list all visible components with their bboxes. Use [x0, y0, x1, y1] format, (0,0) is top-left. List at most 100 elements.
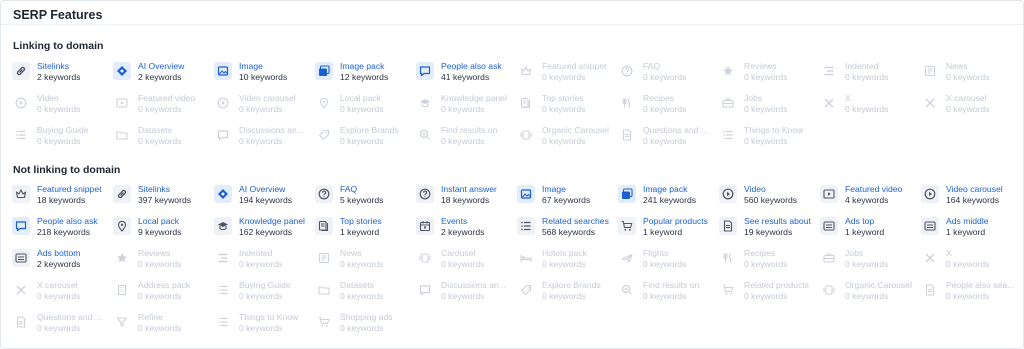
feature-label[interactable]: Instant answer [441, 184, 513, 195]
feature-item-indented[interactable]: Indented 0 keywords [820, 61, 921, 93]
feature-item-ads-top[interactable]: Ads top 1 keyword [820, 216, 921, 248]
feature-label[interactable]: Image [542, 184, 614, 195]
feature-label[interactable]: Video [744, 184, 816, 195]
feature-item-things-to-know[interactable]: Things to Know 0 keywords [214, 312, 315, 344]
feature-label[interactable]: Ads bottom [37, 248, 109, 259]
feature-item-find-results-on[interactable]: Find results on 0 keywords [618, 280, 719, 312]
feature-label[interactable]: Sitelinks [37, 61, 109, 72]
feature-item-see-results-about[interactable]: See results about 19 keywords [719, 216, 820, 248]
feature-item-shopping-ads[interactable]: Shopping ads 0 keywords [315, 312, 416, 344]
feature-item-related-products[interactable]: Related products 0 keywords [719, 280, 820, 312]
feature-item-x[interactable]: X0 keywords [921, 248, 1022, 280]
feature-item-local-pack[interactable]: Local pack 0 keywords [315, 93, 416, 125]
feature-label[interactable]: Top stories [340, 216, 412, 227]
feature-item-video-carousel[interactable]: Video carousel 0 keywords [214, 93, 315, 125]
feature-item-jobs[interactable]: Jobs 0 keywords [719, 93, 820, 125]
feature-item-knowledge-panel[interactable]: Knowledge panel 0 keywords [416, 93, 517, 125]
feature-label[interactable]: Featured snippet [37, 184, 109, 195]
feature-label[interactable]: People also ask [441, 61, 513, 72]
feature-item-featured-snippet[interactable]: Featured snippet 18 keywords [12, 184, 113, 216]
feature-item-indented[interactable]: Indented 0 keywords [214, 248, 315, 280]
feature-item-buying-guide[interactable]: Buying Guide 0 keywords [12, 125, 113, 157]
feature-item-recipes[interactable]: Recipes 0 keywords [719, 248, 820, 280]
feature-item-ads-bottom[interactable]: Ads bottom 2 keywords [12, 248, 113, 280]
feature-label[interactable]: Image pack [643, 184, 715, 195]
feature-item-x-carousel[interactable]: X carousel 0 keywords [921, 93, 1022, 125]
feature-item-news[interactable]: News 0 keywords [921, 61, 1022, 93]
feature-item-people-also-ask[interactable]: People also ask 41 keywords [416, 61, 517, 93]
feature-text: Instant answer 18 keywords [441, 184, 513, 206]
feature-item-news[interactable]: News 0 keywords [315, 248, 416, 280]
feature-item-featured-snippet[interactable]: Featured snippet 0 keywords [517, 61, 618, 93]
feature-item-reviews[interactable]: Reviews 0 keywords [113, 248, 214, 280]
feature-label[interactable]: Related searches [542, 216, 614, 227]
feature-item-top-stories[interactable]: Top stories 1 keyword [315, 216, 416, 248]
feature-item-x-carousel[interactable]: X carousel 0 keywords [12, 280, 113, 312]
feature-item-organic-carousel[interactable]: Organic Carousel 0 keywords [820, 280, 921, 312]
feature-label[interactable]: AI Overview [138, 61, 210, 72]
feature-label[interactable]: Image pack [340, 61, 412, 72]
feature-label[interactable]: Popular products [643, 216, 715, 227]
feature-label[interactable]: See results about [744, 216, 816, 227]
feature-item-people-also-sea[interactable]: People also sea... 0 keywords [921, 280, 1022, 312]
feature-item-image[interactable]: Image 67 keywords [517, 184, 618, 216]
feature-item-datasets[interactable]: Datasets 0 keywords [315, 280, 416, 312]
feature-item-image-pack[interactable]: Image pack 12 keywords [315, 61, 416, 93]
feature-item-sitelinks[interactable]: Sitelinks 397 keywords [113, 184, 214, 216]
feature-item-faq[interactable]: FAQ 0 keywords [618, 61, 719, 93]
feature-item-image[interactable]: Image 10 keywords [214, 61, 315, 93]
feature-item-datasets[interactable]: Datasets 0 keywords [113, 125, 214, 157]
feature-text: Datasets 0 keywords [340, 280, 412, 302]
feature-item-explore-brands[interactable]: Explore Brands 0 keywords [517, 280, 618, 312]
feature-item-things-to-know[interactable]: Things to Know 0 keywords [719, 125, 820, 157]
feature-label[interactable]: Image [239, 61, 311, 72]
feature-item-related-searches[interactable]: Related searches 568 keywords [517, 216, 618, 248]
feature-item-flights[interactable]: Flights 0 keywords [618, 248, 719, 280]
feature-item-questions-and[interactable]: Questions and ... 0 keywords [12, 312, 113, 344]
feature-label[interactable]: Knowledge panel [239, 216, 311, 227]
feature-label[interactable]: Events [441, 216, 513, 227]
feature-label[interactable]: Sitelinks [138, 184, 210, 195]
feature-item-knowledge-panel[interactable]: Knowledge panel 162 keywords [214, 216, 315, 248]
feature-item-sitelinks[interactable]: Sitelinks 2 keywords [12, 61, 113, 93]
feature-item-ai-overview[interactable]: AI Overview 2 keywords [113, 61, 214, 93]
feature-item-ai-overview[interactable]: AI Overview 194 keywords [214, 184, 315, 216]
feature-item-video[interactable]: Video 0 keywords [12, 93, 113, 125]
feature-item-faq[interactable]: FAQ 5 keywords [315, 184, 416, 216]
feature-item-buying-guide[interactable]: Buying Guide 0 keywords [214, 280, 315, 312]
feature-item-discussions-an[interactable]: Discussions an... 0 keywords [214, 125, 315, 157]
feature-item-address-pack[interactable]: Address pack 0 keywords [113, 280, 214, 312]
feature-item-refine[interactable]: Refine 0 keywords [113, 312, 214, 344]
feature-item-organic-carousel[interactable]: Organic Carousel 0 keywords [517, 125, 618, 157]
feature-label[interactable]: AI Overview [239, 184, 311, 195]
feature-item-find-results-on[interactable]: Find results on 0 keywords [416, 125, 517, 157]
feature-item-featured-video[interactable]: Featured video 4 keywords [820, 184, 921, 216]
feature-item-carousel[interactable]: Carousel 0 keywords [416, 248, 517, 280]
feature-label[interactable]: Local pack [138, 216, 210, 227]
feature-item-top-stories[interactable]: Top stories 0 keywords [517, 93, 618, 125]
feature-item-image-pack[interactable]: Image pack 241 keywords [618, 184, 719, 216]
feature-label[interactable]: Featured video [845, 184, 917, 195]
feature-item-recipes[interactable]: Recipes 0 keywords [618, 93, 719, 125]
feature-item-featured-video[interactable]: Featured video 0 keywords [113, 93, 214, 125]
feature-item-events[interactable]: Events 2 keywords [416, 216, 517, 248]
feature-item-instant-answer[interactable]: Instant answer 18 keywords [416, 184, 517, 216]
feature-item-explore-brands[interactable]: Explore Brands 0 keywords [315, 125, 416, 157]
feature-item-video[interactable]: Video 560 keywords [719, 184, 820, 216]
feature-item-hotels-pack[interactable]: Hotels pack 0 keywords [517, 248, 618, 280]
feature-item-questions-and[interactable]: Questions and ... 0 keywords [618, 125, 719, 157]
feature-item-local-pack[interactable]: Local pack 9 keywords [113, 216, 214, 248]
feature-item-video-carousel[interactable]: Video carousel 164 keywords [921, 184, 1022, 216]
feature-item-x[interactable]: X0 keywords [820, 93, 921, 125]
feature-item-jobs[interactable]: Jobs 0 keywords [820, 248, 921, 280]
feature-label[interactable]: People also ask [37, 216, 109, 227]
feature-item-people-also-ask[interactable]: People also ask 218 keywords [12, 216, 113, 248]
feature-item-reviews[interactable]: Reviews 0 keywords [719, 61, 820, 93]
feature-item-discussions-an[interactable]: Discussions an... 0 keywords [416, 280, 517, 312]
feature-item-popular-products[interactable]: Popular products 1 keyword [618, 216, 719, 248]
feature-label[interactable]: Ads top [845, 216, 917, 227]
feature-label[interactable]: Video carousel [946, 184, 1018, 195]
feature-label[interactable]: FAQ [340, 184, 412, 195]
feature-item-ads-middle[interactable]: Ads middle 1 keyword [921, 216, 1022, 248]
feature-label[interactable]: Ads middle [946, 216, 1018, 227]
